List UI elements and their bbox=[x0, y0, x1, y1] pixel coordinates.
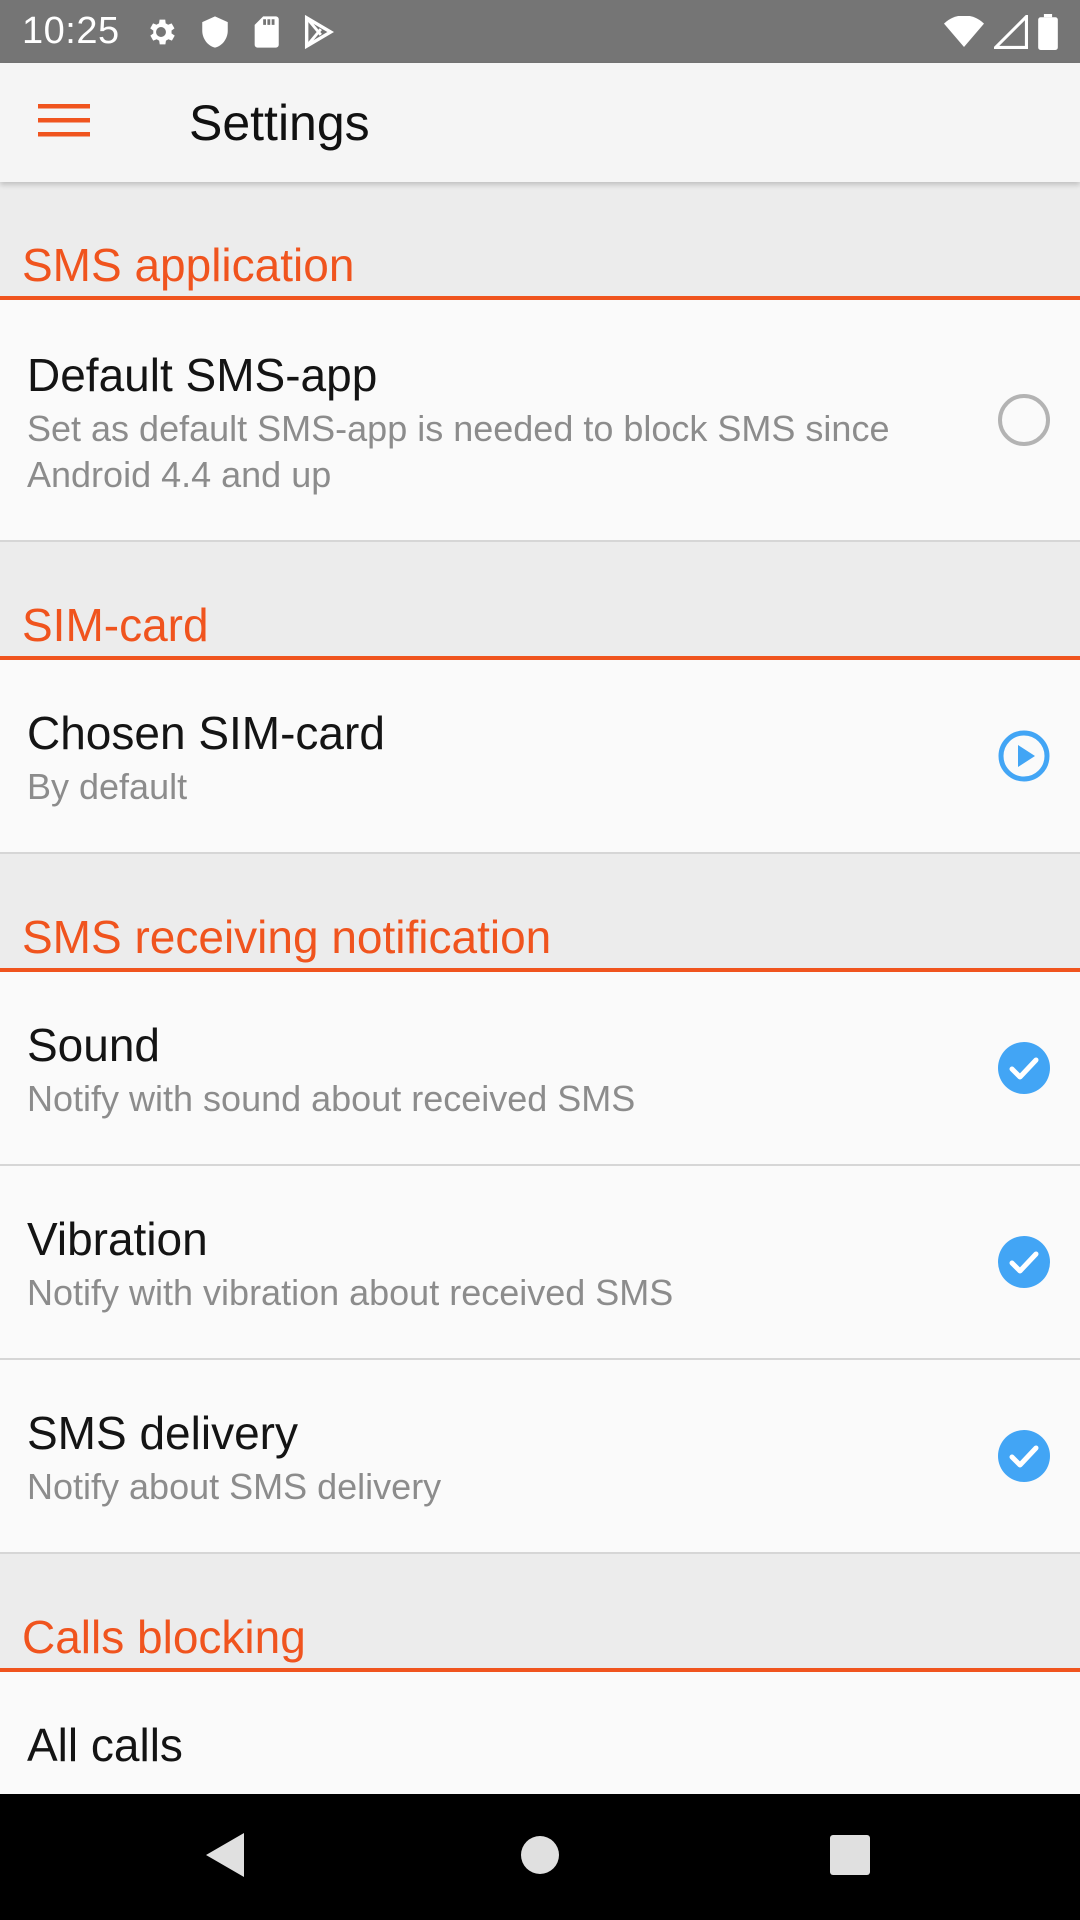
pref-title: Vibration bbox=[27, 1213, 208, 1265]
checkbox-checked-icon[interactable] bbox=[996, 1428, 1052, 1484]
pref-summary: By default bbox=[27, 766, 188, 807]
pref-title: Chosen SIM-card bbox=[27, 707, 385, 759]
radio-unchecked-icon[interactable] bbox=[996, 392, 1052, 448]
shield-icon bbox=[200, 15, 230, 49]
hamburger-menu-icon bbox=[38, 102, 90, 143]
pref-all-calls[interactable]: All calls bbox=[0, 1672, 1080, 1794]
battery-icon bbox=[1038, 13, 1058, 50]
home-button[interactable] bbox=[480, 1794, 600, 1920]
checkbox-checked-icon[interactable] bbox=[996, 1040, 1052, 1096]
pref-summary: Notify with vibration about received SMS bbox=[27, 1272, 674, 1313]
pref-title: Sound bbox=[27, 1019, 161, 1071]
play-store-icon bbox=[302, 14, 334, 49]
section-header-sms-receiving-notification: SMS receiving notification bbox=[0, 854, 1080, 972]
pref-summary: Notify about SMS delivery bbox=[27, 1466, 442, 1507]
status-time: 10:25 bbox=[22, 10, 120, 52]
status-bar: 10:25 bbox=[0, 0, 1080, 63]
app-bar: Settings bbox=[0, 63, 1080, 182]
navigation-bar bbox=[0, 1794, 1080, 1920]
menu-button[interactable] bbox=[0, 63, 146, 182]
pref-title: Default SMS-app bbox=[27, 349, 378, 401]
sd-card-icon bbox=[252, 15, 280, 49]
back-button[interactable] bbox=[166, 1794, 286, 1920]
recents-icon bbox=[829, 1834, 871, 1881]
pref-title: SMS delivery bbox=[27, 1407, 298, 1459]
page-title: Settings bbox=[189, 94, 370, 151]
pref-vibration[interactable]: Vibration Notify with vibration about re… bbox=[0, 1166, 1080, 1360]
checkbox-checked-icon[interactable] bbox=[996, 1234, 1052, 1290]
pref-chosen-sim-card[interactable]: Chosen SIM-card By default bbox=[0, 660, 1080, 854]
back-icon bbox=[204, 1831, 248, 1884]
home-icon bbox=[519, 1834, 561, 1881]
section-header-calls-blocking: Calls blocking bbox=[0, 1554, 1080, 1672]
gear-icon bbox=[144, 15, 178, 49]
pref-summary: Notify with sound about received SMS bbox=[27, 1078, 636, 1119]
section-header-sim-card: SIM-card bbox=[0, 542, 1080, 660]
settings-list[interactable]: SMS application Default SMS-app Set as d… bbox=[0, 182, 1080, 1794]
pref-title: All calls bbox=[27, 1719, 183, 1771]
pref-summary: Set as default SMS-app is needed to bloc… bbox=[27, 408, 890, 495]
play-circle-icon[interactable] bbox=[996, 728, 1052, 784]
wifi-icon bbox=[944, 15, 984, 48]
section-header-sms-application: SMS application bbox=[0, 182, 1080, 300]
signal-icon bbox=[994, 14, 1028, 49]
recents-button[interactable] bbox=[790, 1794, 910, 1920]
pref-sms-delivery[interactable]: SMS delivery Notify about SMS delivery bbox=[0, 1360, 1080, 1554]
pref-sound[interactable]: Sound Notify with sound about received S… bbox=[0, 972, 1080, 1166]
pref-default-sms-app[interactable]: Default SMS-app Set as default SMS-app i… bbox=[0, 300, 1080, 542]
